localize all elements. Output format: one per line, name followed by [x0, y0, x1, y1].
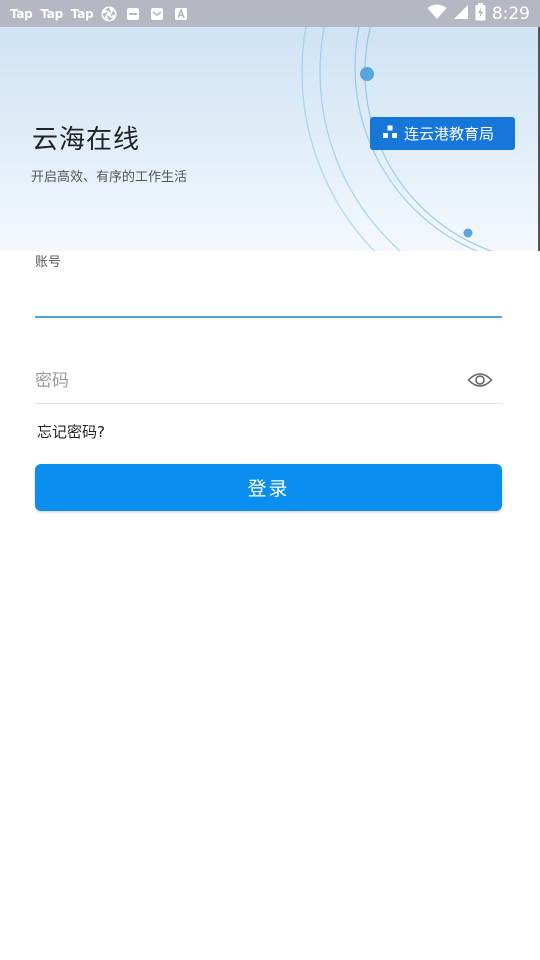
a-icon: [173, 6, 189, 22]
wifi-icon: [427, 4, 447, 24]
forgot-password-link[interactable]: 忘记密码?: [37, 421, 105, 442]
eye-icon[interactable]: [467, 369, 493, 391]
login-header: 云海在线 开启高效、有序的工作生活 连云港教育局: [0, 27, 540, 251]
status-bar: Tap Tap Tap 8:29: [0, 0, 540, 27]
signal-icon: [453, 4, 469, 24]
notification-icon: [149, 6, 165, 22]
organization-label: 连云港教育局: [404, 125, 495, 143]
organization-icon: [382, 125, 398, 143]
account-input[interactable]: [35, 272, 502, 318]
password-input[interactable]: [35, 360, 465, 402]
account-label: 账号: [35, 255, 62, 270]
status-left: Tap Tap Tap: [10, 0, 189, 27]
page-title: 云海在线: [32, 125, 141, 155]
login-button[interactable]: 登录: [35, 464, 502, 511]
organization-badge[interactable]: 连云港教育局: [370, 117, 515, 150]
password-underline: [35, 403, 502, 404]
tap-app-icon: Tap: [40, 6, 63, 21]
tap-app-icon: Tap: [10, 6, 33, 21]
notification-icon: [125, 6, 141, 22]
status-right: 8:29: [427, 0, 530, 27]
page-subtitle: 开启高效、有序的工作生活: [31, 170, 188, 185]
clock: 8:29: [491, 3, 530, 24]
battery-icon: [475, 2, 486, 25]
tap-app-icon: Tap: [70, 6, 94, 21]
aperture-icon: [101, 6, 117, 22]
